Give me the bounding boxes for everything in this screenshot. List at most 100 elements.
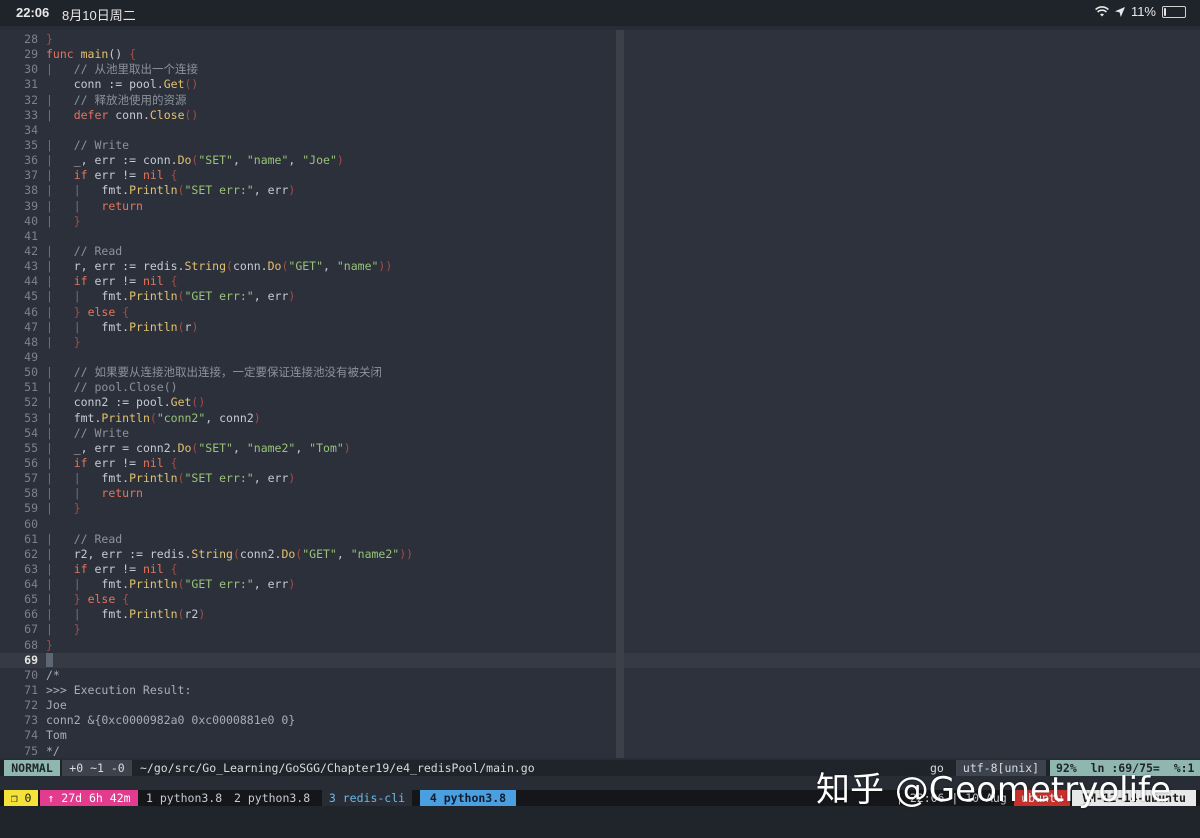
line-number: 51 [24,380,38,395]
code-token: "GET" [288,259,324,274]
tmux-window-3[interactable]: 3 redis-cli [322,790,412,806]
code-line[interactable]: 62 | r2, err := redis.String(conn2.Do("GE… [0,547,616,562]
code-line[interactable]: 43 | r, err := redis.String(conn.Do("GET"… [0,259,616,274]
vertical-split-divider[interactable] [616,30,624,758]
code-line[interactable]: 55 | _, err = conn2.Do("SET", "name2", "T… [0,441,616,456]
code-line[interactable]: 34 [0,123,616,138]
line-number: 52 [24,395,38,410]
code-token: | [46,259,74,274]
code-token: ( [177,607,185,622]
code-token: err != [94,274,143,289]
line-number: 35 [24,137,38,152]
code-line[interactable]: 67 | } [0,622,616,637]
code-line[interactable]: 71 >>> Execution Result: [0,683,616,698]
code-line[interactable]: 59 | } [0,501,616,516]
code-line[interactable]: 56 | if err != nil { [0,456,616,471]
code-line[interactable]: 30 | // 从池里取出一个连接 [0,62,616,77]
code-line[interactable]: 61 | // Read [0,532,616,547]
code-line[interactable]: 49 [0,350,616,365]
code-line[interactable]: 29 func main() { [0,47,616,62]
line-number: 29 [24,47,38,62]
code-token: | [46,92,74,107]
code-token: "name" [246,153,289,168]
code-token: err != [94,561,143,576]
right-split-pane[interactable] [623,30,1200,758]
code-line[interactable]: 36 | _, err := conn.Do("SET", "name", "Jo… [0,153,616,168]
code-line[interactable]: 37 | if err != nil { [0,168,616,183]
code-line[interactable]: 63 | if err != nil { [0,562,616,577]
tmux-window-4-active[interactable]: 4 python3.8 [420,790,516,806]
code-token: , [232,153,247,168]
code-line[interactable]: 31 conn := pool.Get() [0,77,616,92]
line-number: 36 [24,153,38,168]
code-line[interactable]: 54 | // Write [0,426,616,441]
code-token: "name2" [246,440,296,455]
code-line[interactable]: 46 | } else { [0,305,616,320]
code-line[interactable]: 28} [0,32,616,47]
vim-mode: NORMAL [4,760,60,776]
code-token: Do [177,153,192,168]
zhihu-watermark: 知乎 @Geometryolife [816,770,1171,810]
code-token: ) [191,319,199,334]
code-token: , [336,546,351,561]
code-token: Println [129,183,178,198]
code-line[interactable]: 75 */ [0,744,616,758]
code-line[interactable]: 32 | // 释放池使用的资源 [0,93,616,108]
code-line[interactable]: 65 | } else { [0,592,616,607]
code-area[interactable]: 28} 29 func main() {30 | // 从池里取出一个连接 31 con… [0,32,616,758]
code-line[interactable]: 38 | | fmt.Println("SET err:", err) [0,183,616,198]
line-number: 74 [24,728,38,743]
code-token: | | [46,577,102,592]
tmux-window-1[interactable]: 1 python3.8 [146,790,222,806]
code-line[interactable]: 44 | if err != nil { [0,274,616,289]
code-token: | [46,137,74,152]
code-line[interactable]: 64 | | fmt.Println("GET err:", err) [0,577,616,592]
code-line[interactable]: 53 | fmt.Println("conn2", conn2) [0,411,616,426]
code-token: // Read [73,243,123,258]
code-token: conn2 := pool. [73,395,171,410]
code-line[interactable]: 58 | | return [0,486,616,501]
code-token: "SET" [198,153,233,168]
line-number: 54 [24,425,38,440]
code-line[interactable]: 50 | // 如果要从连接池取出连接，一定要保证连接池没有被关闭 [0,365,616,380]
code-token: r2 [184,607,199,622]
code-token: _, err := conn. [73,153,178,168]
tmux-window-2[interactable]: 2 python3.8 [234,790,310,806]
code-line[interactable]: 42 | // Read [0,244,616,259]
code-token: | [46,168,74,183]
code-token: () [191,395,206,410]
code-line[interactable]: 60 [0,517,616,532]
code-line[interactable]: 45 | | fmt.Println("GET err:", err) [0,289,616,304]
ios-status-bar: 22:06 8月10日周二 11% [0,0,1200,26]
code-line[interactable]: 51 | // pool.Close() [0,380,616,395]
code-line[interactable]: 41 [0,229,616,244]
code-line[interactable]: 73 conn2 &{0xc0000982a0 0xc0000881e0 0} [0,713,616,728]
code-token: | | [46,471,102,486]
code-line[interactable]: 57 | | fmt.Println("SET err:", err) [0,471,616,486]
code-token: } [73,334,81,349]
code-token: conn2 &{0xc0000982a0 0xc0000881e0 0} [46,713,296,728]
location-arrow-icon [1114,6,1125,17]
line-number: 57 [24,471,38,486]
vim-editor[interactable]: 28} 29 func main() {30 | // 从池里取出一个连接 31 con… [0,30,1200,758]
code-line[interactable]: 74 Tom [0,728,616,743]
code-line[interactable]: 68} [0,638,616,653]
code-token: , conn2 [205,410,254,425]
tmux-session[interactable]: ❐ 0 [4,790,38,806]
code-line[interactable]: 47 | | fmt.Println(r) [0,320,616,335]
code-line[interactable]: 48 | } [0,335,616,350]
code-line[interactable]: 69 [0,652,616,668]
code-line[interactable]: 40 | } [0,214,616,229]
line-number: 47 [24,319,38,334]
code-token: >>> Execution Result: [46,683,192,698]
code-line[interactable]: 33 | defer conn.Close() [0,108,616,123]
code-line[interactable]: 39 | | return [0,199,616,214]
code-token: func [46,47,81,62]
code-token: "SET err:" [184,183,254,198]
code-line[interactable]: 52 | conn2 := pool.Get() [0,395,616,410]
code-line[interactable]: 72 Joe [0,698,616,713]
code-line[interactable]: 70 /* [0,668,616,683]
code-line[interactable]: 66 | | fmt.Println(r2) [0,607,616,622]
code-token: Get [170,395,192,410]
code-line[interactable]: 35 | // Write [0,138,616,153]
